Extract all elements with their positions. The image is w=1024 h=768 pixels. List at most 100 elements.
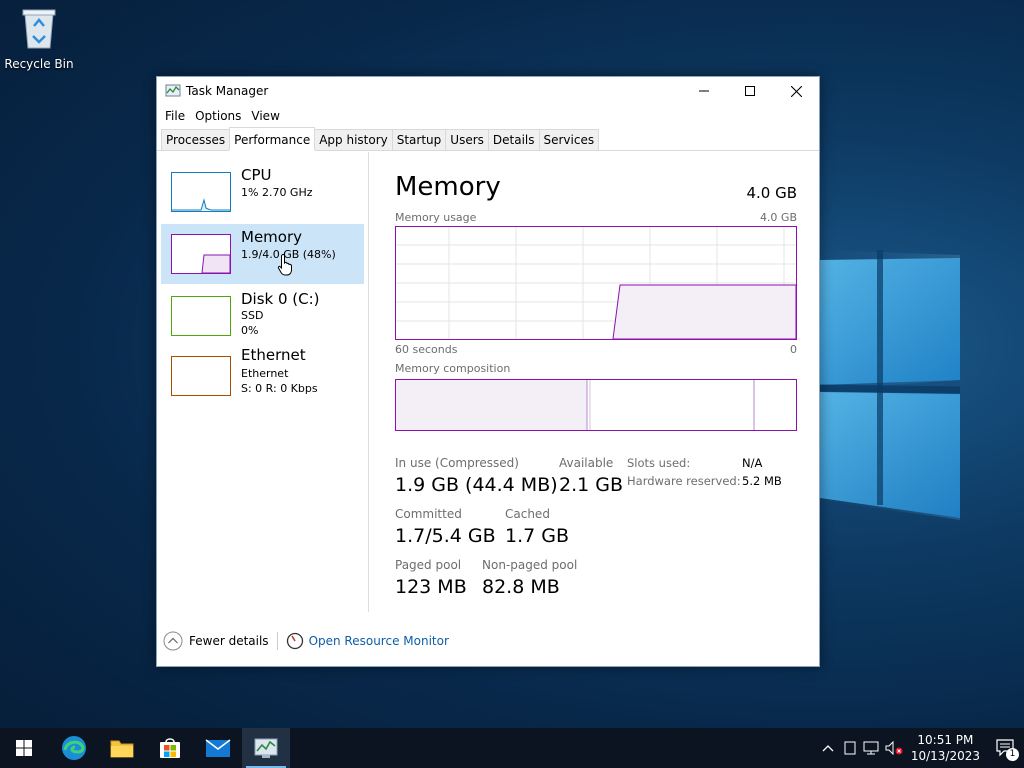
folder-icon: [110, 740, 134, 758]
tab-performance[interactable]: Performance: [229, 127, 316, 151]
memory-thumbnail-graph: [171, 234, 231, 274]
recycle-bin-label: Recycle Bin: [4, 57, 74, 71]
network-button[interactable]: [861, 728, 883, 768]
recycle-bin-icon: [22, 9, 56, 49]
taskbar: 10:51 PM 10/13/2023 1: [0, 728, 1024, 768]
task-manager-icon: [254, 738, 278, 758]
fewer-details-button[interactable]: Fewer details: [189, 634, 269, 648]
slots-used-label: Slots used:: [627, 456, 691, 470]
tab-details[interactable]: Details: [487, 129, 540, 150]
minimize-icon: [699, 90, 709, 92]
clock-time: 10:51 PM: [917, 733, 974, 747]
slots-used-value: N/A: [742, 456, 763, 470]
close-button[interactable]: [773, 77, 819, 105]
resource-subtitle-2: 0%: [241, 324, 259, 337]
menu-bar: File Options View: [157, 105, 819, 127]
open-resource-monitor-link[interactable]: Open Resource Monitor: [309, 634, 449, 648]
ethernet-thumbnail-graph: [171, 356, 231, 396]
resource-monitor-icon: [286, 632, 303, 650]
resource-subtitle: Ethernet: [241, 367, 289, 380]
paged-pool-label: Paged pool: [395, 558, 462, 572]
system-tray: 10:51 PM 10/13/2023 1: [817, 728, 1024, 768]
resource-item-cpu[interactable]: CPU 1% 2.70 GHz: [161, 162, 364, 222]
recycle-bin-shortcut[interactable]: Recycle Bin: [4, 6, 74, 71]
resource-name: Memory: [241, 228, 303, 246]
minimize-button[interactable]: [681, 77, 727, 105]
committed-label: Committed: [395, 507, 462, 521]
taskbar-task-manager[interactable]: [242, 728, 290, 768]
chevron-up-icon[interactable]: [163, 631, 183, 651]
cached-value: 1.7 GB: [505, 525, 570, 547]
hand-cursor-icon: [277, 254, 292, 276]
resource-subtitle: 1% 2.70 GHz: [241, 186, 313, 199]
resource-name: CPU: [241, 166, 272, 184]
notification-count-badge: 1: [1006, 748, 1019, 761]
taskbar-store[interactable]: [146, 728, 194, 768]
menu-file[interactable]: File: [161, 109, 189, 123]
memory-usage-max: 4.0 GB: [759, 211, 797, 224]
menu-options[interactable]: Options: [191, 109, 245, 123]
show-hidden-icons-button[interactable]: [817, 728, 839, 768]
start-button[interactable]: [0, 728, 48, 768]
resource-item-disk[interactable]: Disk 0 (C:) SSD 0%: [161, 286, 364, 346]
in-use-label: In use (Compressed): [395, 456, 519, 470]
non-paged-pool-label: Non-paged pool: [482, 558, 578, 572]
close-icon: [790, 85, 802, 97]
volume-muted-icon: [885, 741, 903, 755]
tab-processes[interactable]: Processes: [161, 129, 231, 150]
taskbar-clock[interactable]: 10:51 PM 10/13/2023: [911, 732, 980, 764]
disk-thumbnail-graph: [171, 296, 231, 336]
resource-name: Ethernet: [241, 346, 306, 364]
memory-composition-label: Memory composition: [395, 362, 511, 375]
memory-usage-graph: [395, 226, 797, 340]
menu-view[interactable]: View: [247, 109, 283, 123]
paged-pool-value: 123 MB: [395, 576, 467, 598]
resource-list: CPU 1% 2.70 GHz Memory 1.9/4.0 GB (48%) …: [157, 152, 369, 612]
taskbar-mail[interactable]: [194, 728, 242, 768]
tray-device-button[interactable]: [839, 728, 861, 768]
cached-label: Cached: [505, 507, 550, 521]
hardware-reserved-value: 5.2 MB: [742, 474, 782, 488]
available-value: 2.1 GB: [559, 474, 624, 496]
edge-browser-icon: [62, 736, 86, 760]
tab-startup[interactable]: Startup: [391, 129, 447, 150]
windows-logo-icon: [16, 740, 32, 756]
clock-date: 10/13/2023: [910, 749, 980, 763]
committed-value: 1.7/5.4 GB: [395, 525, 496, 547]
graph-time-left: 60 seconds: [395, 343, 458, 356]
window-title: Task Manager: [186, 84, 269, 98]
tab-users[interactable]: Users: [445, 129, 489, 150]
memory-composition-bar: [395, 379, 797, 431]
available-label: Available: [559, 456, 614, 470]
chevron-up-icon: [822, 745, 834, 752]
in-use-value: 1.9 GB (44.4 MB): [395, 474, 558, 496]
maximize-button[interactable]: [727, 77, 773, 105]
resource-item-memory[interactable]: Memory 1.9/4.0 GB (48%): [161, 224, 364, 284]
mail-icon: [205, 739, 231, 757]
store-icon: [160, 738, 180, 758]
memory-usage-label: Memory usage: [395, 211, 477, 224]
resource-item-ethernet[interactable]: Ethernet Ethernet S: 0 R: 0 Kbps: [161, 346, 364, 412]
memory-total: 4.0 GB: [746, 184, 797, 202]
title-bar[interactable]: Task Manager: [157, 77, 819, 105]
network-icon: [863, 741, 879, 755]
maximize-icon: [745, 86, 755, 96]
resource-subtitle-2: S: 0 R: 0 Kbps: [241, 382, 318, 395]
action-center-button[interactable]: 1: [988, 728, 1024, 768]
resource-name: Disk 0 (C:): [241, 290, 320, 308]
non-paged-pool-value: 82.8 MB: [482, 576, 560, 598]
tab-services[interactable]: Services: [538, 129, 600, 150]
taskbar-file-explorer[interactable]: [98, 728, 146, 768]
hardware-reserved-label: Hardware reserved:: [627, 474, 741, 488]
device-icon: [844, 741, 856, 755]
task-manager-window: Task Manager File Options View Processes…: [156, 76, 820, 667]
window-footer: Fewer details Open Resource Monitor: [157, 616, 819, 666]
tab-app-history[interactable]: App history: [314, 129, 393, 150]
page-title: Memory: [395, 172, 501, 202]
graph-time-right: 0: [790, 343, 797, 356]
footer-divider: [276, 632, 278, 650]
tab-strip: Processes Performance App history Startu…: [157, 127, 819, 151]
task-manager-icon: [165, 84, 181, 97]
volume-button[interactable]: [883, 728, 905, 768]
taskbar-edge[interactable]: [50, 728, 98, 768]
